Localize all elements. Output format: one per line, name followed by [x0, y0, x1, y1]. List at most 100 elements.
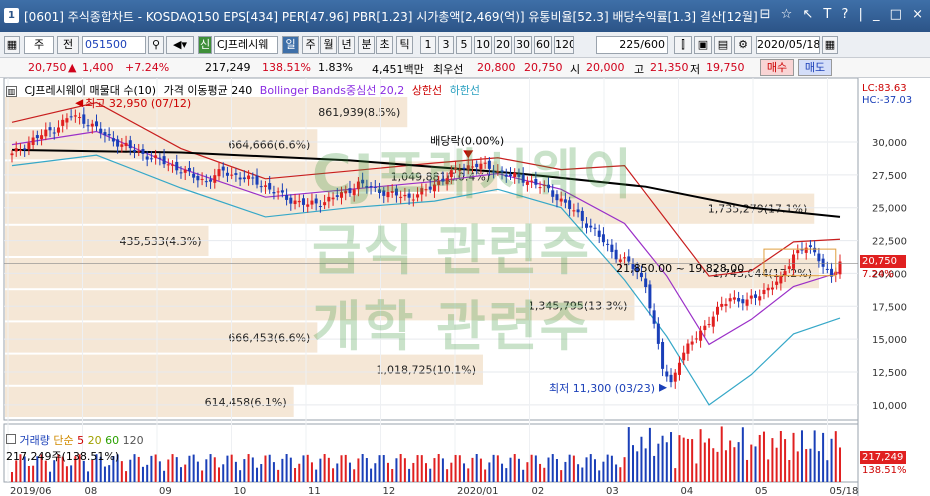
period-tab-0[interactable]: 일	[282, 36, 299, 54]
candle-body	[238, 177, 242, 180]
volume-bar	[809, 448, 812, 482]
volume-title: 거래량	[19, 434, 50, 447]
candle-body	[285, 195, 289, 200]
volume-bar	[167, 459, 170, 482]
volume-bar	[319, 458, 322, 482]
legend-toggle-icon[interactable]: ▥	[6, 86, 17, 97]
volume-bar	[505, 468, 508, 482]
volume-bar	[695, 463, 698, 482]
candle-body	[648, 284, 652, 309]
calendar-icon[interactable]: ▦	[822, 36, 838, 54]
stock-badge: 신	[198, 36, 212, 54]
zoom-icon[interactable]: ▣	[694, 36, 712, 54]
candle-body	[179, 172, 183, 174]
volume-bar	[598, 470, 601, 482]
volume-bar	[463, 463, 466, 482]
candle-body	[601, 234, 605, 243]
save-icon[interactable]: ▤	[714, 36, 732, 54]
volume-bar	[767, 459, 770, 482]
interval-button-10[interactable]: 10	[474, 36, 492, 54]
grid-icon[interactable]: ▦	[4, 36, 20, 54]
candle-body	[715, 306, 719, 315]
period-tab-3[interactable]: 년	[338, 36, 355, 54]
interval-button-20[interactable]: 20	[494, 36, 512, 54]
candle-body	[221, 166, 225, 171]
candle-body	[817, 253, 821, 262]
title-bar: 1 [0601] 주식종합차트 - KOSDAQ150 EPS[434] PER…	[0, 0, 930, 32]
volume-toggle-icon[interactable]	[6, 434, 16, 444]
volume-bar	[395, 458, 398, 482]
data-count-input[interactable]: 225/600	[596, 36, 668, 54]
volume-bar	[256, 467, 259, 482]
volume-bar	[285, 454, 288, 482]
volume-bar	[441, 458, 444, 482]
candle-body	[73, 115, 77, 117]
period-tab-1[interactable]: 주	[302, 36, 319, 54]
market-select[interactable]: 주	[24, 36, 54, 54]
volume-bar	[11, 472, 13, 482]
current-price: 20,750	[28, 61, 67, 74]
volume-bar	[386, 462, 389, 482]
volume-bar	[568, 454, 571, 482]
y-tick-label: 25,000	[872, 204, 907, 215]
volume-bar	[716, 451, 719, 482]
interval-button-1[interactable]: 1	[420, 36, 436, 54]
high-price: 21,350	[650, 61, 689, 74]
candle-body	[758, 296, 762, 301]
interval-button-5[interactable]: 5	[456, 36, 472, 54]
volume-ma-label: 단순	[53, 434, 74, 447]
volume-bar	[378, 455, 381, 482]
candle-body	[175, 161, 179, 171]
volume-bar	[450, 462, 453, 482]
volume-profile-label: 666,453(6.6%)	[228, 332, 310, 345]
candle-body	[128, 140, 132, 149]
candle-body	[796, 250, 800, 254]
date-input[interactable]: 2020/05/18	[756, 36, 820, 54]
all-button[interactable]: 전	[57, 36, 79, 54]
y-tick-label: 27,500	[872, 171, 907, 182]
interval-button-60[interactable]: 60	[534, 36, 552, 54]
search-icon[interactable]: ⚲	[148, 36, 164, 54]
chart-legend: ▥ CJ프레시웨이 매물대 수(10) 가격 이동평균 240 Bollinge…	[6, 82, 484, 98]
candle-body	[813, 247, 817, 253]
candle-body	[821, 258, 825, 267]
volume-bar	[699, 429, 702, 482]
candle-body	[306, 204, 310, 207]
volume-bar	[475, 454, 478, 482]
volume-bar	[610, 455, 613, 482]
volume-bar	[589, 454, 592, 482]
volume-bar	[429, 468, 432, 482]
volume-ma-5: 5	[77, 434, 85, 447]
interval-button-120[interactable]: 120	[554, 36, 574, 54]
candle-body	[644, 278, 648, 288]
candle-body	[656, 323, 660, 344]
period-tab-2[interactable]: 월	[320, 36, 337, 54]
sell-button[interactable]: 매도	[798, 59, 832, 76]
volume-bar	[522, 469, 525, 482]
volume-bar	[446, 469, 449, 482]
period-tab-6[interactable]: 틱	[396, 36, 413, 54]
volume-bar	[762, 431, 765, 482]
candle-body	[48, 127, 52, 131]
x-tick-label: 08	[85, 486, 98, 496]
interval-button-30[interactable]: 30	[514, 36, 532, 54]
window-controls[interactable]: ⊟ ☆ ↖ T ? | _ □ ×	[760, 7, 926, 22]
volume-bar	[682, 437, 685, 482]
volume-bar	[678, 435, 681, 482]
low-label: 저	[690, 63, 701, 76]
volume-bar	[501, 463, 504, 482]
high-annotation: 최고 32,950 (07/12)	[85, 97, 191, 110]
volume-bar	[792, 432, 795, 482]
gear-icon[interactable]: ⚙	[734, 36, 752, 54]
quote-bar: 20,750 ▲ 1,400 +7.24% 217,249 138.51% 1.…	[0, 58, 930, 78]
speaker-icon[interactable]: ◀▾	[166, 36, 194, 54]
interval-button-3[interactable]: 3	[438, 36, 454, 54]
period-tab-5[interactable]: 초	[376, 36, 393, 54]
stock-code-input[interactable]: 051500	[82, 36, 146, 54]
volume-bar	[196, 461, 199, 482]
buy-button[interactable]: 매수	[760, 59, 794, 76]
candle-icon[interactable]: ⫿	[674, 36, 692, 54]
period-tab-4[interactable]: 분	[358, 36, 375, 54]
watermark-line-1: CJ프레시웨이	[312, 143, 635, 206]
candle-body	[145, 156, 149, 160]
